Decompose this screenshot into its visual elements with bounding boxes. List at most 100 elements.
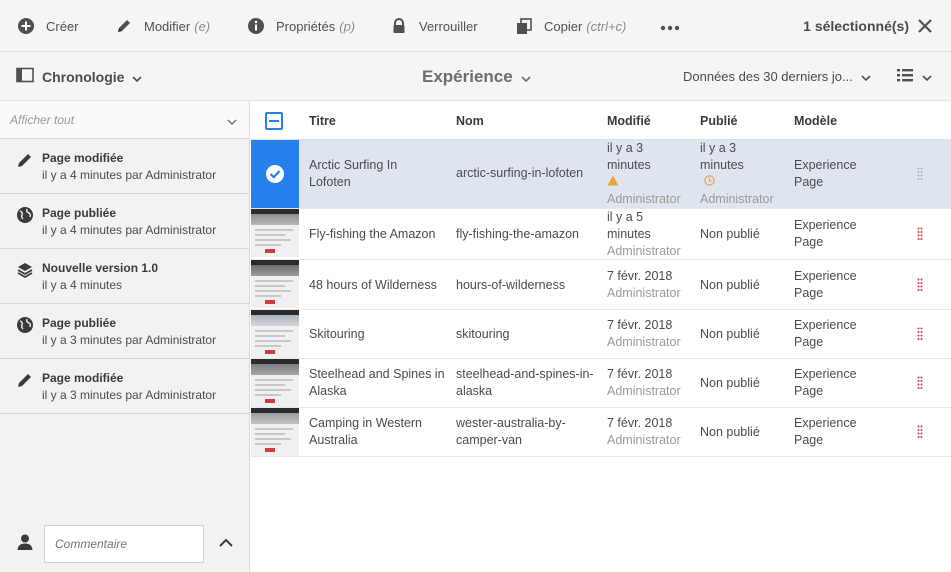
view-switcher[interactable] [896,52,932,101]
row-modified: 7 févr. 2018 Administrator [607,318,681,349]
table-row[interactable]: Fly-fishing the Amazon fly-fishing-the-a… [251,209,951,260]
table-row[interactable]: Arctic Surfing In Lofoten arctic-surfing-… [251,140,951,209]
column-header-title[interactable]: Titre [309,101,336,140]
chevron-down-icon [227,114,237,128]
row-published: Non publié [700,278,760,292]
table-header: Titre Nom Modifié Publié Modèle [251,101,951,140]
row-template: Experience Page [794,318,857,349]
more-button[interactable] [660,0,680,52]
lock-icon [389,16,409,36]
column-header-modified[interactable]: Modifié [607,101,651,140]
column-header-template[interactable]: Modèle [794,101,837,140]
breadcrumb-label: Expérience [422,66,513,86]
page-thumbnail [251,359,299,407]
row-name: skitouring [456,327,510,341]
pencil-icon [16,371,34,389]
row-name: fly-fishing-the-amazon [456,227,579,241]
page-thumbnail [251,310,299,358]
row-published: il y a 3 minutes Administrator [700,141,774,206]
drag-handle-icon[interactable] [917,227,923,241]
rail-label: Chronologie [42,68,125,85]
row-title: 48 hours of Wilderness [309,278,437,292]
pencil-icon [114,16,134,36]
create-label: Créer [46,18,79,34]
list-view-icon [896,67,914,86]
event-detail: il y a 4 minutes [42,278,123,292]
page-thumbnail [251,408,299,456]
timeline-event[interactable]: Page modifiée il y a 3 minutes par Admin… [0,359,249,414]
selected-checkmark[interactable] [251,140,299,208]
chevron-down-icon [132,69,143,85]
copy-icon [514,16,534,36]
rail-selector[interactable]: Chronologie [16,52,143,101]
user-icon [16,533,34,551]
table-row[interactable]: Skitouring skitouring 7 févr. 2018 Admini… [251,310,951,359]
properties-shortcut: (p) [339,18,356,34]
drag-handle-icon[interactable] [917,278,923,292]
properties-button[interactable]: Propriétés (p) [246,0,355,52]
table-row[interactable]: Steelhead and Spines in Alaska steelhead-… [251,359,951,408]
chevron-up-icon[interactable] [216,533,236,553]
select-all-checkbox[interactable] [265,112,283,130]
column-header-published[interactable]: Publié [700,101,738,140]
event-title: Page modifiée [42,371,124,385]
row-template: Experience Page [794,158,857,189]
drag-handle-icon[interactable] [917,376,923,390]
row-name: arctic-surfing-in-lofoten [456,166,584,180]
timeline-rail: Afficher tout Page modifiée il y a 4 min… [0,101,250,572]
row-published: Non publié [700,425,760,439]
event-title: Page modifiée [42,151,124,165]
event-title: Nouvelle version 1.0 [42,261,159,275]
table-row[interactable]: 48 hours of Wilderness hours-of-wilderne… [251,260,951,310]
clock-icon [700,174,774,191]
timeline-event[interactable]: Nouvelle version 1.0 il y a 4 minutes [0,249,249,304]
action-bar: Créer Modifier (e) Propriétés (p) Verrouil… [0,0,951,52]
row-modified: 7 févr. 2018 Administrator [607,367,681,398]
row-title: Camping in Western Australia [309,416,423,447]
row-template: Experience Page [794,218,857,249]
date-range-select[interactable]: Données des 30 derniers jo... [683,52,871,101]
table-row[interactable]: Camping in Western Australia wester-austr… [251,408,951,457]
chevron-down-icon [861,69,871,84]
row-title: Skitouring [309,327,365,341]
row-modified: il y a 5 minutes Administrator [607,210,681,258]
event-title: Page publiée [42,206,117,220]
drag-handle-icon[interactable] [917,425,923,439]
rail-icon [16,67,34,86]
timeline-event[interactable]: Page publiée il y a 3 minutes par Admini… [0,304,249,359]
row-modified: il y a 3 minutes Administrator [607,141,681,206]
globe-icon [16,206,34,224]
edit-button[interactable]: Modifier (e) [114,0,210,52]
row-template: Experience Page [794,416,857,447]
column-header-name[interactable]: Nom [456,101,484,140]
more-icon [660,19,680,34]
event-detail: il y a 4 minutes par Administrator [42,223,217,237]
row-modified: 7 févr. 2018 Administrator [607,269,681,300]
checkmark-circle-icon [266,165,284,183]
selection-count: 1 sélectionné(s) [803,18,909,34]
row-title: Steelhead and Spines in Alaska [309,367,445,398]
event-title: Page publiée [42,316,117,330]
timeline-event[interactable]: Page publiée il y a 4 minutes par Admini… [0,194,249,249]
layers-icon [16,261,34,279]
copy-label: Copier [544,18,583,34]
close-icon[interactable] [915,16,935,36]
timeline-event[interactable]: Page modifiée il y a 4 minutes par Admin… [0,139,249,194]
row-published: Non publié [700,227,760,241]
row-name: wester-australia-by-camper-van [456,416,566,447]
row-title: Fly-fishing the Amazon [309,227,436,241]
lock-button[interactable]: Verrouiller [389,0,478,52]
warning-icon [607,174,681,191]
copy-button[interactable]: Copier (ctrl+c) [514,0,626,52]
lock-label: Verrouiller [419,18,478,34]
event-detail: il y a 4 minutes par Administrator [42,168,217,182]
comment-input[interactable] [44,525,204,563]
filter-label: Afficher tout [10,112,75,127]
create-button[interactable]: Créer [16,0,79,52]
timeline-filter[interactable]: Afficher tout [0,101,249,139]
breadcrumb[interactable]: Expérience [422,52,531,101]
drag-handle-icon[interactable] [917,167,923,181]
edit-shortcut: (e) [194,18,211,34]
properties-label: Propriétés [276,18,336,34]
drag-handle-icon[interactable] [917,327,923,341]
